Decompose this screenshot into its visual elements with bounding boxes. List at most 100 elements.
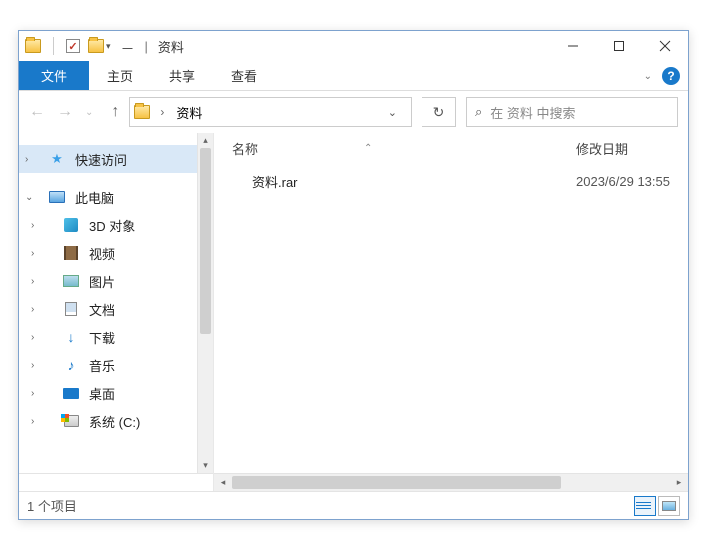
sidebar-item-desktop[interactable]: › 桌面 — [19, 379, 213, 407]
chevron-right-icon[interactable]: › — [31, 248, 34, 259]
properties-icon[interactable]: ✓ — [66, 39, 80, 53]
address-dropdown-icon[interactable]: ⌄ — [378, 106, 407, 119]
file-name: 资料.rar — [252, 172, 576, 191]
item-count: 1 个项目 — [27, 496, 77, 515]
sidebar-item-label: 文档 — [89, 300, 115, 319]
sidebar-item-3d-objects[interactable]: › 3D 对象 — [19, 211, 213, 239]
content-scrollbar[interactable]: ◂ ▸ — [214, 473, 688, 491]
sidebar-item-label: 音乐 — [89, 356, 115, 375]
window-controls — [550, 31, 688, 61]
tab-home[interactable]: 主页 — [89, 61, 151, 90]
cube-icon — [64, 218, 78, 232]
download-icon: ↓ — [63, 329, 79, 345]
chevron-right-icon[interactable]: › — [31, 304, 34, 315]
chevron-down-icon[interactable]: ⌄ — [25, 192, 33, 203]
sidebar-item-this-pc[interactable]: ⌄ 此电脑 — [19, 183, 213, 211]
back-button[interactable]: ← — [29, 103, 45, 121]
navigation-bar: ← → ⌄ ↑ › 资料 ⌄ ↻ ⌕ 在 资料 中搜索 — [19, 91, 688, 133]
list-icon — [639, 502, 651, 509]
history-dropdown-icon[interactable]: ⌄ — [85, 107, 93, 118]
view-toggles — [634, 496, 680, 516]
sidebar-item-label: 视频 — [89, 244, 115, 263]
document-icon — [65, 302, 77, 316]
sidebar-scrollbar[interactable]: ▴ ▾ — [197, 133, 213, 473]
file-list-pane: 名称 ⌃ 修改日期 资料.rar 2023/6/29 13:55 ◂ ▸ — [214, 133, 688, 491]
chevron-right-icon[interactable]: › — [31, 416, 34, 427]
maximize-button[interactable] — [596, 31, 642, 61]
sort-indicator-icon[interactable]: ⌃ — [364, 143, 372, 154]
film-icon — [64, 246, 78, 260]
body: › ★ 快速访问 ⌄ 此电脑 › 3D 对象 › — [19, 133, 688, 491]
sidebar-resize-handle[interactable] — [19, 473, 213, 491]
tab-view[interactable]: 查看 — [213, 61, 275, 90]
separator — [53, 37, 54, 55]
chevron-right-icon[interactable]: › — [31, 388, 34, 399]
thumbnail-icon — [662, 501, 676, 511]
picture-icon — [63, 275, 79, 287]
folder-icon — [88, 39, 104, 53]
ribbon-tabs: 文件 主页 共享 查看 ⌄ ? — [19, 61, 688, 91]
sidebar-item-label: 下载 — [89, 328, 115, 347]
title-separator: | — [145, 39, 148, 54]
nav-buttons: ← → ⌄ ↑ — [29, 103, 119, 121]
chevron-right-icon[interactable]: › — [31, 332, 34, 343]
status-bar: 1 个项目 — [19, 491, 688, 519]
refresh-button[interactable]: ↻ — [422, 97, 456, 127]
ribbon-expand-icon[interactable]: ⌄ — [644, 71, 652, 82]
column-date[interactable]: 修改日期 — [576, 139, 688, 158]
sidebar-item-pictures[interactable]: › 图片 — [19, 267, 213, 295]
search-icon: ⌕ — [475, 104, 482, 120]
chevron-right-icon[interactable]: › — [31, 360, 34, 371]
sidebar-item-music[interactable]: › ♪ 音乐 — [19, 351, 213, 379]
window-title: 资料 — [158, 37, 184, 56]
tab-share[interactable]: 共享 — [151, 61, 213, 90]
view-details-button[interactable] — [634, 496, 656, 516]
sidebar-item-label: 此电脑 — [75, 188, 114, 207]
list-item[interactable]: 资料.rar 2023/6/29 13:55 — [226, 167, 688, 195]
file-date: 2023/6/29 13:55 — [576, 174, 688, 189]
sidebar-item-label: 系统 (C:) — [89, 412, 140, 431]
star-icon: ★ — [49, 151, 65, 167]
navigation-pane: › ★ 快速访问 ⌄ 此电脑 › 3D 对象 › — [19, 133, 214, 491]
column-name[interactable]: 名称 — [232, 139, 576, 158]
folder-icon — [25, 39, 41, 53]
sidebar-item-label: 桌面 — [89, 384, 115, 403]
chevron-right-icon[interactable]: › — [154, 105, 172, 119]
pc-icon — [49, 191, 65, 203]
column-headers: 名称 ⌃ 修改日期 — [214, 133, 688, 163]
help-icon[interactable]: ? — [662, 67, 680, 85]
sidebar-item-downloads[interactable]: › ↓ 下载 — [19, 323, 213, 351]
sidebar-item-quick-access[interactable]: › ★ 快速访问 — [19, 145, 213, 173]
sidebar-item-documents[interactable]: › 文档 — [19, 295, 213, 323]
search-input[interactable]: ⌕ 在 资料 中搜索 — [466, 97, 678, 127]
sidebar-item-label: 图片 — [89, 272, 115, 291]
sidebar-item-disk-c[interactable]: › 系统 (C:) — [19, 407, 213, 435]
address-segment[interactable]: 资料 — [176, 103, 202, 122]
chevron-right-icon[interactable]: › — [25, 154, 28, 165]
scroll-up-icon[interactable]: ▴ — [203, 133, 208, 148]
sidebar-item-label: 3D 对象 — [89, 216, 135, 235]
close-button[interactable] — [642, 31, 688, 61]
up-button[interactable]: ↑ — [111, 103, 119, 121]
scroll-left-icon[interactable]: ◂ — [214, 477, 232, 488]
forward-button[interactable]: → — [57, 103, 73, 121]
address-bar[interactable]: › 资料 ⌄ — [129, 97, 412, 127]
minimize-button[interactable] — [550, 31, 596, 61]
quick-access-toolbar: ✓ ▾ ⎼ — [19, 37, 141, 55]
title-bar[interactable]: ✓ ▾ ⎼ | 资料 — [19, 31, 688, 61]
view-thumbnails-button[interactable] — [658, 496, 680, 516]
qat-customize-icon[interactable]: ⎼ — [121, 41, 135, 52]
scrollbar-thumb[interactable] — [200, 148, 211, 334]
desktop-icon — [63, 388, 79, 399]
scroll-down-icon[interactable]: ▾ — [203, 458, 208, 473]
chevron-right-icon[interactable]: › — [31, 276, 34, 287]
chevron-down-icon: ▾ — [106, 41, 111, 52]
chevron-right-icon[interactable]: › — [31, 220, 34, 231]
scrollbar-thumb[interactable] — [232, 476, 561, 489]
disk-icon — [64, 415, 79, 427]
tab-file[interactable]: 文件 — [19, 61, 89, 90]
file-list[interactable]: 资料.rar 2023/6/29 13:55 — [214, 163, 688, 473]
qat-folder[interactable]: ▾ — [88, 39, 111, 53]
scroll-right-icon[interactable]: ▸ — [670, 477, 688, 488]
sidebar-item-videos[interactable]: › 视频 — [19, 239, 213, 267]
